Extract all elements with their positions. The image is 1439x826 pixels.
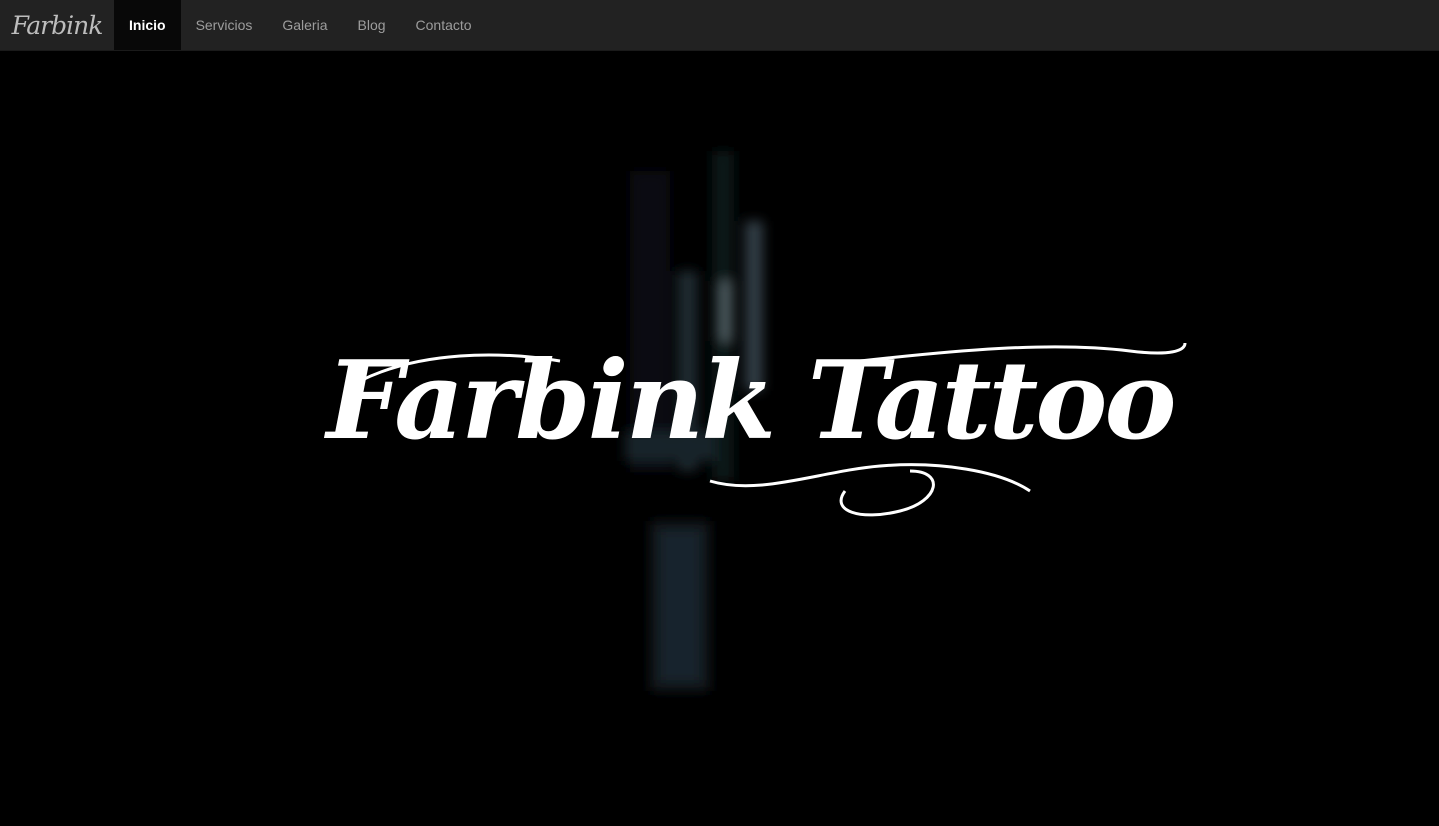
top-navbar: Farbink Inicio Servicios Galeria Blog Co… — [0, 0, 1439, 51]
hero-title: Farbink Tattoo — [326, 338, 1177, 464]
nav-item-galeria[interactable]: Galeria — [267, 0, 342, 50]
nav-item-blog[interactable]: Blog — [343, 0, 401, 50]
hero-section: Farbink Tattoo — [0, 51, 1439, 826]
main-nav: Inicio Servicios Galeria Blog Contacto — [114, 0, 487, 50]
nav-item-inicio[interactable]: Inicio — [114, 0, 181, 50]
nav-item-contacto[interactable]: Contacto — [401, 0, 487, 50]
brand-logo[interactable]: Farbink — [0, 0, 114, 50]
nav-item-servicios[interactable]: Servicios — [181, 0, 268, 50]
